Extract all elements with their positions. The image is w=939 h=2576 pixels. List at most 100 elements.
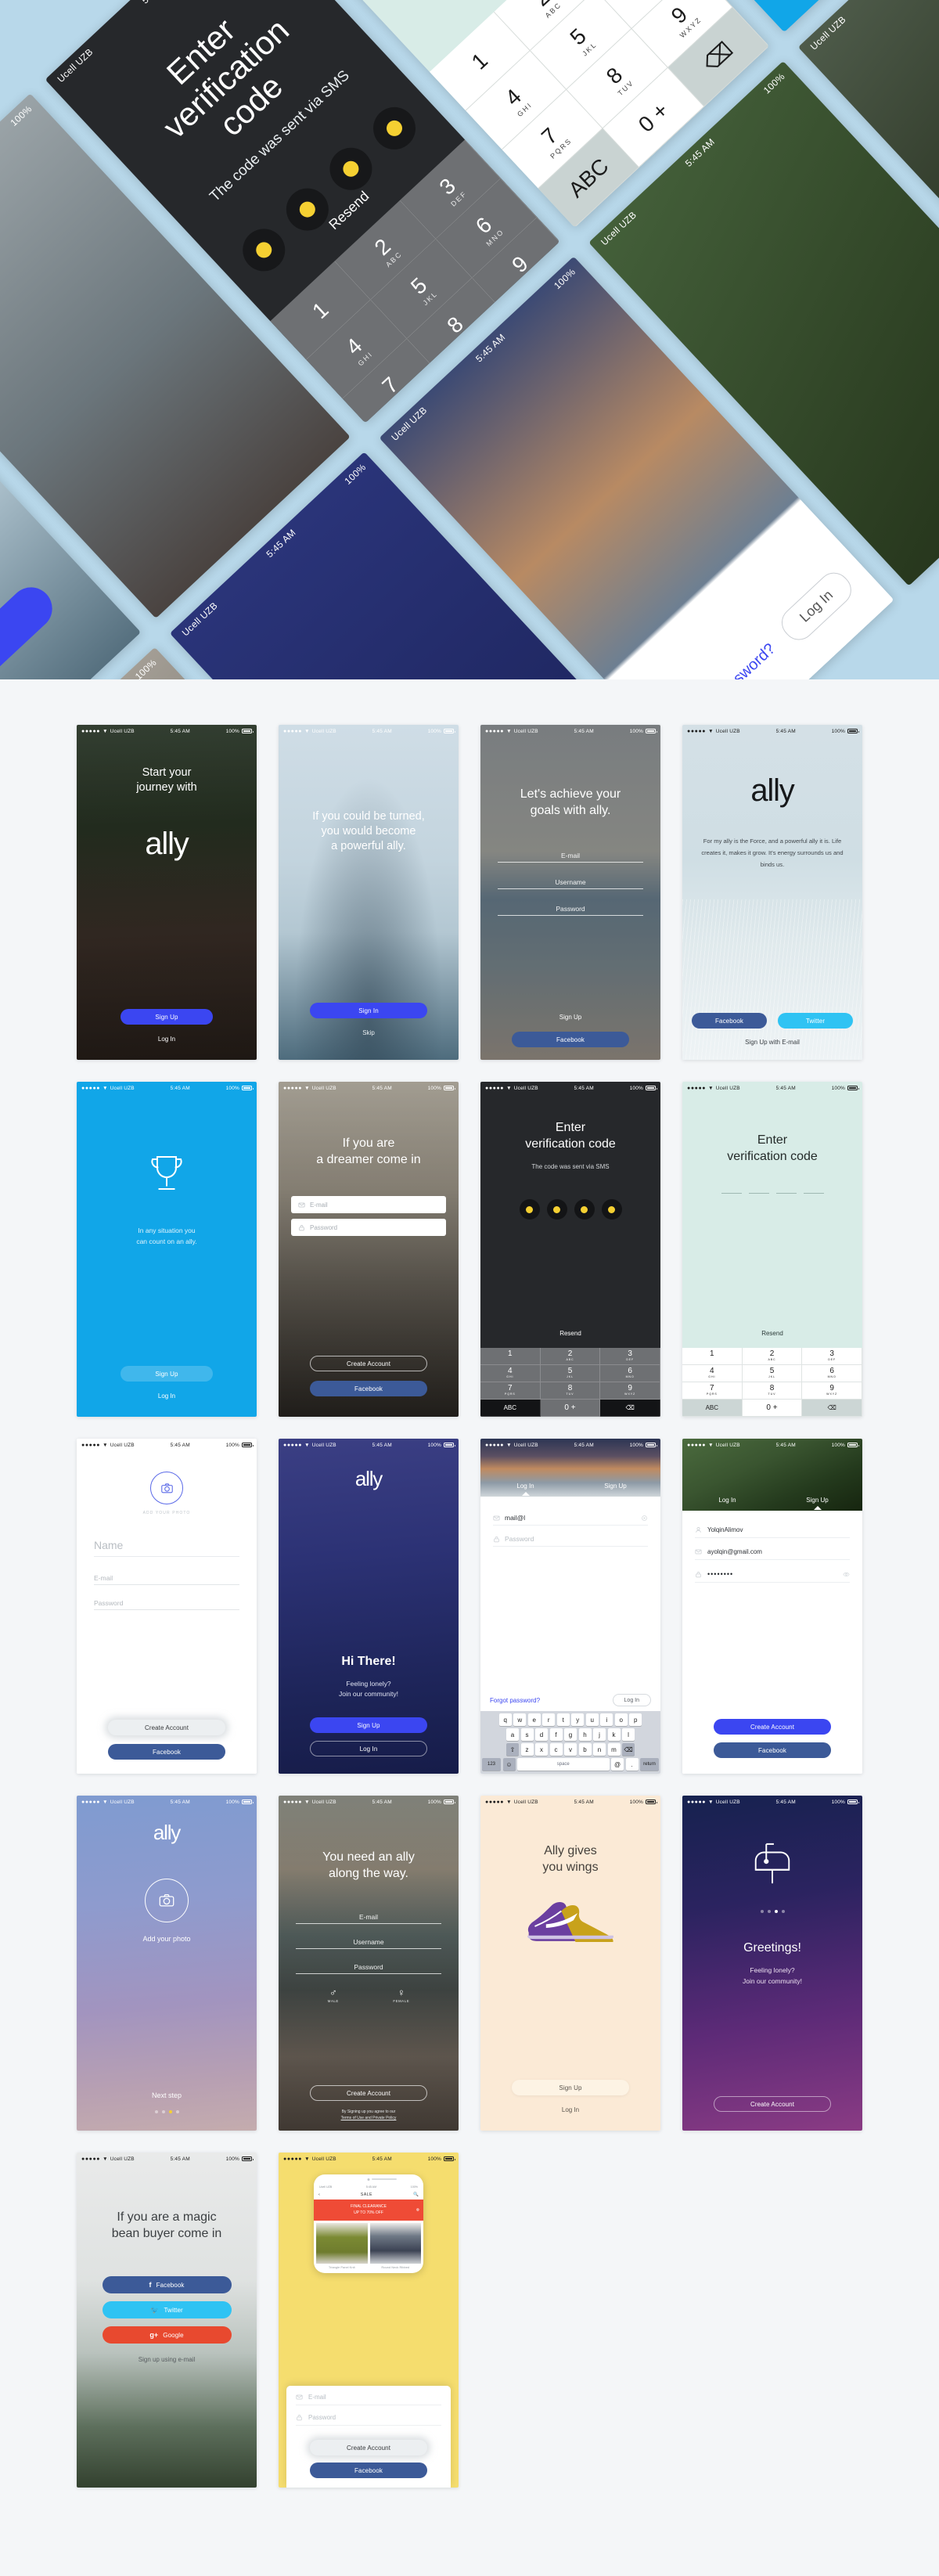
password-input[interactable]: Password: [493, 1535, 648, 1547]
key-c[interactable]: c: [549, 1743, 563, 1756]
emoji-icon[interactable]: ☺: [502, 1758, 516, 1771]
gender-female-option[interactable]: ♀ FEMALE: [393, 1987, 409, 2003]
log-in-link[interactable]: Log In: [77, 1036, 257, 1043]
facebook-button[interactable]: Facebook: [310, 2463, 427, 2478]
key-backspace[interactable]: ⌫: [600, 1400, 660, 1417]
screen-card-achieve-goals[interactable]: ●●●●● ▼ Ucell UZB 5:45 AM 100% Let's achie…: [480, 725, 660, 1060]
key-n[interactable]: n: [593, 1743, 606, 1756]
sign-up-button[interactable]: Sign Up: [121, 1009, 213, 1025]
page-dot-active[interactable]: [168, 2110, 172, 2113]
page-dot[interactable]: [175, 2110, 179, 2113]
tab-sign-up[interactable]: Sign Up: [772, 1493, 862, 1507]
key-1[interactable]: 1: [480, 1348, 541, 1365]
key-abc[interactable]: ABC: [682, 1400, 743, 1417]
email-input[interactable]: E-mail: [94, 1574, 239, 1585]
log-in-link[interactable]: Log In: [480, 2106, 660, 2113]
screen-card-dreamer[interactable]: ●●●●● ▼ Ucell UZB 5:45 AM 100% If you are …: [279, 1082, 459, 1417]
twitter-button[interactable]: 🐦 Twitter: [102, 2301, 232, 2319]
key-9[interactable]: 9 WXYZ: [600, 1382, 660, 1400]
key-2[interactable]: 2 ABC: [742, 1348, 803, 1365]
facebook-button[interactable]: Facebook: [714, 1742, 831, 1758]
screen-card-shop-overlay[interactable]: ●●●●● ▼ Ucell UZB 5:45 AM 100% Ucell UZB 5…: [279, 2153, 459, 2488]
camera-icon[interactable]: [145, 1879, 189, 1922]
key-x[interactable]: x: [535, 1743, 548, 1756]
screen-card-create-profile[interactable]: ●●●●● ▼ Ucell UZB 5:45 AM 100% ADD YOUR PH…: [77, 1439, 257, 1774]
key-z[interactable]: z: [520, 1743, 534, 1756]
create-account-button[interactable]: Create Account: [310, 2085, 427, 2101]
code-dot[interactable]: [546, 1199, 567, 1220]
key-w[interactable]: w: [513, 1713, 527, 1726]
email-input[interactable]: E-mail: [291, 1196, 446, 1214]
dot-key[interactable]: .: [625, 1758, 639, 1771]
email-input[interactable]: ayolqin@gmail.com: [695, 1548, 850, 1560]
backspace-key[interactable]: ⌫: [622, 1743, 635, 1756]
key-7[interactable]: 7 PQRS: [480, 1382, 541, 1400]
key-3[interactable]: 3 DEF: [600, 1348, 660, 1365]
key-b[interactable]: b: [578, 1743, 592, 1756]
create-account-button[interactable]: Create Account: [714, 1719, 831, 1735]
screen-card-start-journey[interactable]: ●●●●● ▼ Ucell UZB 5:45 AM 100% Start your …: [77, 725, 257, 1060]
screen-card-verify-dark[interactable]: ●●●●● ▼ Ucell UZB 5:45 AM 100% Enter verif…: [480, 1082, 660, 1417]
twitter-button[interactable]: Twitter: [778, 1013, 853, 1029]
screen-card-magic-bean[interactable]: ●●●●● ▼ Ucell UZB 5:45 AM 100% If you are …: [77, 2153, 257, 2488]
password-input[interactable]: Password: [94, 1599, 239, 1610]
clear-icon[interactable]: [641, 1515, 648, 1522]
key-5[interactable]: 5 JKL: [540, 1365, 601, 1382]
create-account-button[interactable]: Create Account: [714, 2096, 831, 2112]
screen-card-add-photo[interactable]: ●●●●● ▼ Ucell UZB 5:45 AM 100% ally Add yo…: [77, 1796, 257, 2131]
eye-icon[interactable]: [843, 1571, 850, 1578]
space-key[interactable]: space: [517, 1758, 610, 1771]
screen-card-powerful-ally[interactable]: ●●●●● ▼ Ucell UZB 5:45 AM 100% If you coul…: [279, 725, 459, 1060]
create-account-button[interactable]: Create Account: [310, 2440, 427, 2455]
return-key[interactable]: return: [640, 1758, 659, 1771]
password-input[interactable]: Password: [296, 1963, 441, 1975]
email-input[interactable]: E-mail: [498, 852, 643, 863]
facebook-button[interactable]: Facebook: [692, 1013, 767, 1029]
facebook-button[interactable]: Facebook: [512, 1032, 629, 1047]
username-input[interactable]: Username: [296, 1938, 441, 1950]
password-input[interactable]: ••••••••: [695, 1570, 850, 1583]
facebook-button[interactable]: Facebook: [108, 1744, 225, 1760]
password-input[interactable]: Password: [296, 2414, 441, 2426]
key-4[interactable]: 4 GHI: [682, 1365, 743, 1382]
email-input[interactable]: E-mail: [296, 1913, 441, 1925]
key-m[interactable]: m: [607, 1743, 621, 1756]
legal-links[interactable]: Terms of Use and Private Policy: [341, 2116, 397, 2120]
log-in-link[interactable]: Log In: [77, 1392, 257, 1400]
key-6[interactable]: 6 MNO: [802, 1365, 862, 1382]
key-a[interactable]: a: [506, 1728, 519, 1741]
numbers-key[interactable]: 123: [482, 1758, 501, 1771]
gender-male-option[interactable]: ♂ MALE: [328, 1987, 339, 2003]
key-g[interactable]: g: [564, 1728, 577, 1741]
code-dot[interactable]: [519, 1199, 540, 1220]
key-2[interactable]: 2 ABC: [540, 1348, 601, 1365]
resend-link[interactable]: Resend: [480, 1330, 660, 1337]
verification-code-dots[interactable]: [480, 1199, 660, 1220]
key-k[interactable]: k: [607, 1728, 621, 1741]
key-e[interactable]: e: [527, 1713, 541, 1726]
close-icon[interactable]: ⊗: [416, 2207, 419, 2214]
key-u[interactable]: u: [585, 1713, 599, 1726]
log-in-button[interactable]: Log In: [310, 1741, 427, 1756]
key-backspace[interactable]: ⌫: [802, 1400, 862, 1417]
resend-link[interactable]: Resend: [682, 1330, 862, 1337]
key-abc[interactable]: ABC: [480, 1400, 541, 1417]
key-y[interactable]: y: [571, 1713, 585, 1726]
screen-card-gives-wings[interactable]: ●●●●● ▼ Ucell UZB 5:45 AM 100% Ally gives …: [480, 1796, 660, 2131]
log-in-button[interactable]: Log In: [612, 1694, 651, 1706]
screen-card-hi-there[interactable]: ●●●●● ▼ Ucell UZB 5:45 AM 100% ally Hi The…: [279, 1439, 459, 1774]
page-dot[interactable]: [161, 2110, 165, 2113]
key-1[interactable]: 1: [682, 1348, 743, 1365]
forgot-password-link[interactable]: Forgot password?: [490, 1697, 540, 1704]
username-input[interactable]: Username: [498, 878, 643, 890]
product-cell[interactable]: Triangle Panel Knit: [316, 2223, 368, 2271]
key-d[interactable]: d: [535, 1728, 548, 1741]
code-dot[interactable]: [574, 1199, 595, 1220]
key-7[interactable]: 7 PQRS: [682, 1382, 743, 1400]
back-icon[interactable]: ‹: [318, 2192, 320, 2197]
auth-tabs[interactable]: Log In Sign Up: [682, 1493, 862, 1507]
facebook-button[interactable]: Facebook: [310, 1381, 427, 1396]
key-p[interactable]: p: [629, 1713, 642, 1726]
tab-log-in[interactable]: Log In: [480, 1479, 570, 1493]
key-f[interactable]: f: [549, 1728, 563, 1741]
